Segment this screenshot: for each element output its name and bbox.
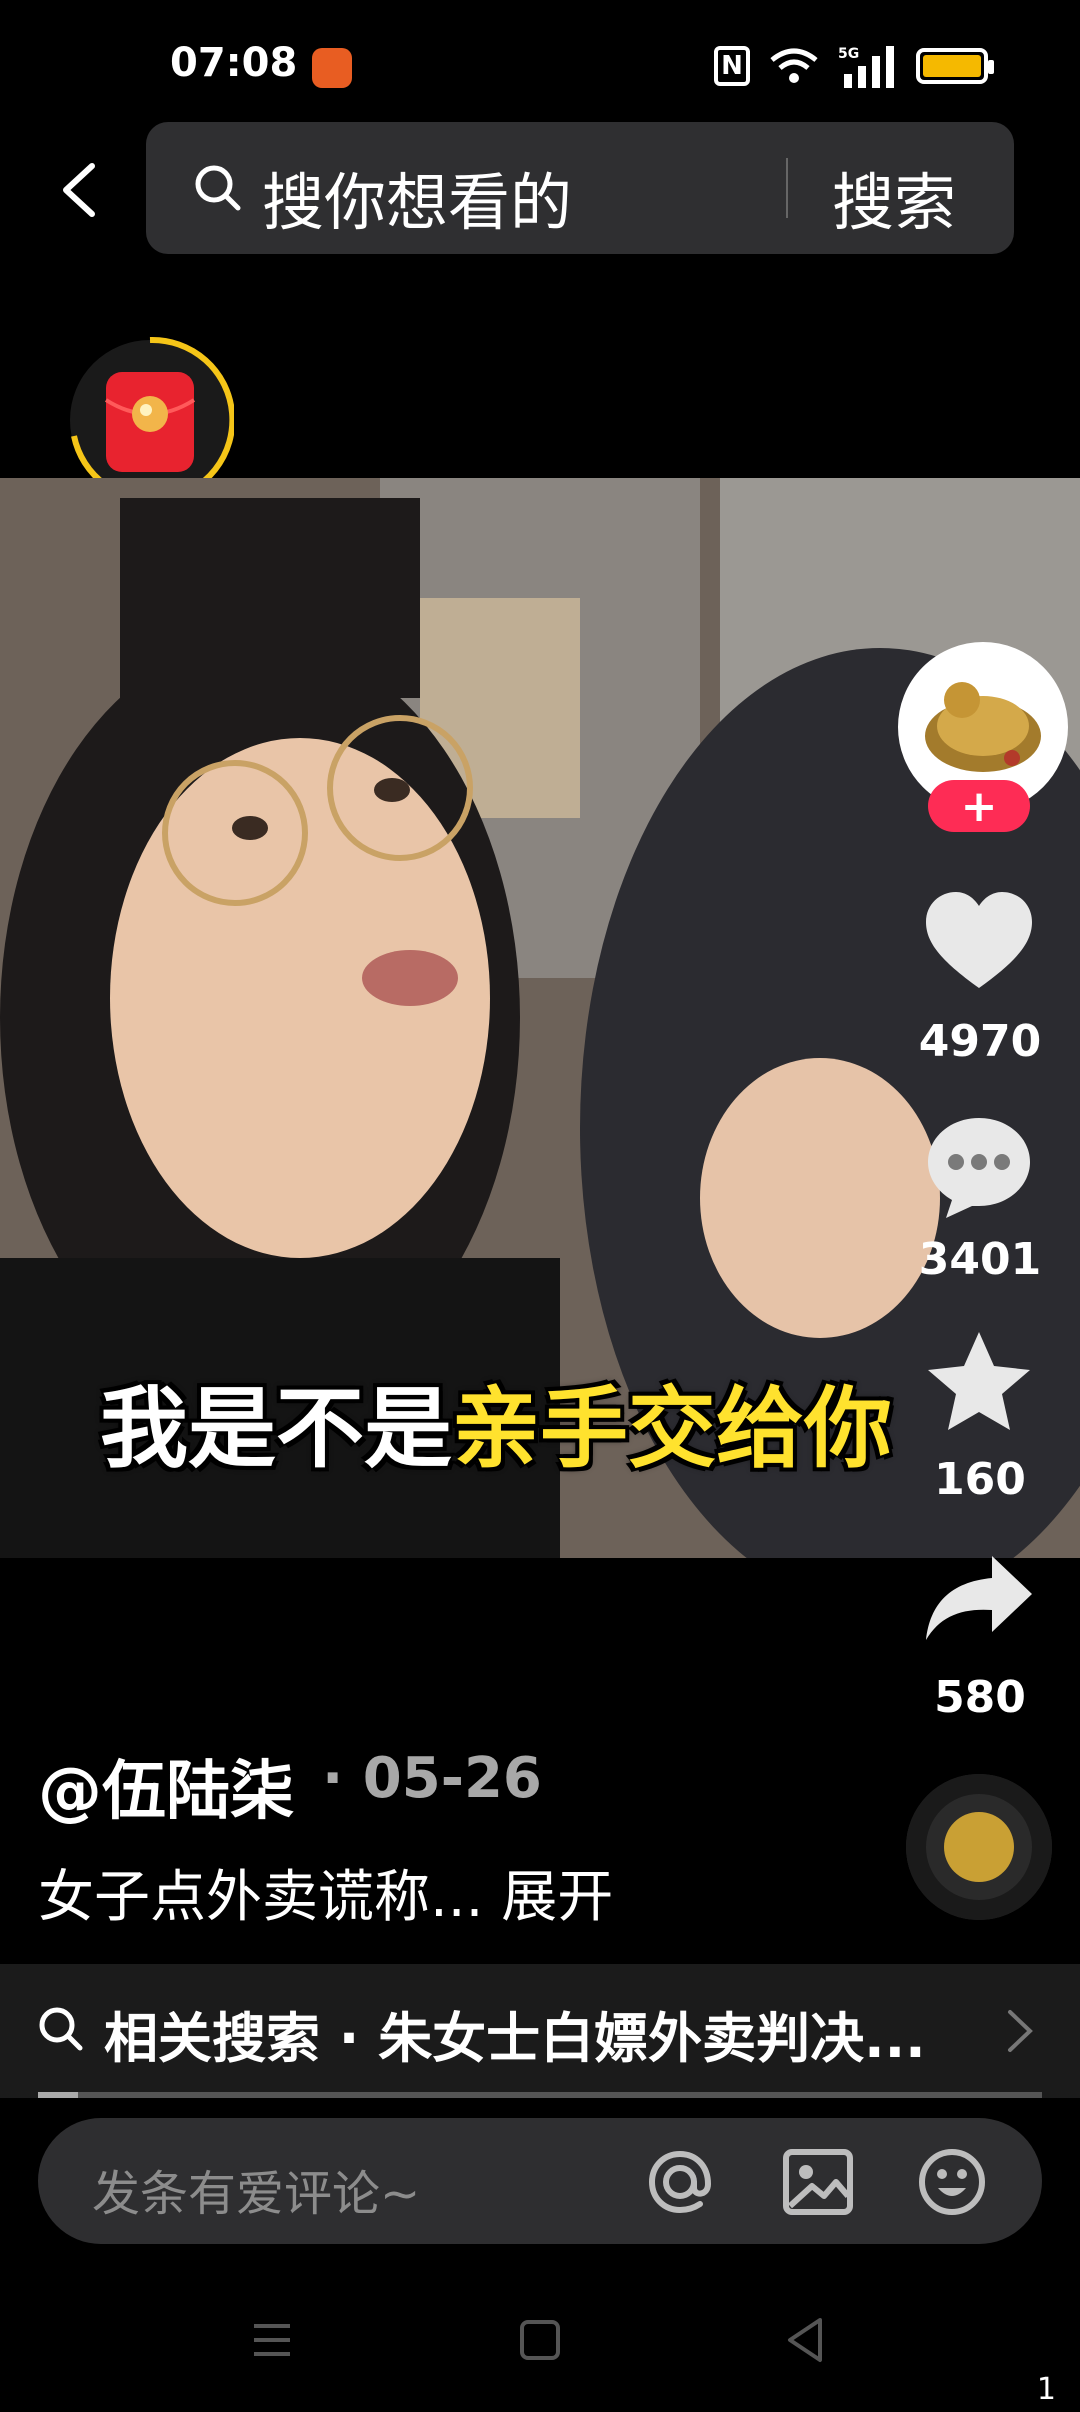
like-heart-icon[interactable] <box>920 884 1038 1002</box>
subtitle-part-yellow: 亲手交给你 <box>452 1377 893 1480</box>
favorite-count: 160 <box>934 1454 1026 1505</box>
back-triangle-icon[interactable] <box>776 2310 836 2370</box>
search-input[interactable]: 搜你想看的 <box>262 152 572 242</box>
back-icon[interactable] <box>50 160 110 220</box>
video-progress-bar[interactable] <box>38 2092 1042 2098</box>
video-progress-fill <box>38 2092 79 2098</box>
music-cover-image <box>944 1812 1014 1882</box>
music-disc[interactable] <box>906 1774 1052 1920</box>
emoji-icon[interactable] <box>914 2144 990 2220</box>
status-time: 07:08 <box>170 40 298 86</box>
network-label: 5G <box>838 46 859 62</box>
search-button[interactable]: 搜索 <box>832 152 956 242</box>
follow-button[interactable]: + <box>928 780 1030 832</box>
status-icons: N 5G <box>714 44 994 88</box>
image-icon[interactable] <box>780 2144 856 2220</box>
post-caption[interactable]: 女子点外卖谎称... 展开 <box>38 1852 613 1933</box>
favorite-star-icon[interactable] <box>920 1324 1038 1442</box>
post-date: · 05-26 <box>322 1746 542 1811</box>
comment-input[interactable]: 发条有爱评论~ <box>92 2154 420 2224</box>
home-square-icon[interactable] <box>510 2310 570 2370</box>
video-subtitle: 我是不是亲手交给你 <box>100 1358 892 1485</box>
comment-input-bar[interactable]: 发条有爱评论~ <box>38 2118 1042 2244</box>
search-divider <box>786 158 788 218</box>
related-search[interactable]: 相关搜索 · 朱女士白嫖外卖判决... <box>0 1964 1080 2098</box>
search-icon <box>195 165 241 211</box>
like-count: 4970 <box>918 1016 1042 1067</box>
battery-icon <box>916 48 994 84</box>
page-indicator: 1 <box>1036 2372 1056 2407</box>
subtitle-part-white: 我是不是 <box>100 1377 453 1480</box>
share-count: 580 <box>934 1672 1026 1723</box>
related-search-label: 相关搜索 · 朱女士白嫖外卖判决... <box>104 2007 926 2070</box>
comment-icon[interactable] <box>920 1108 1038 1226</box>
menu-icon[interactable] <box>242 2310 302 2370</box>
signal-icon: 5G <box>838 46 894 88</box>
share-icon[interactable] <box>920 1542 1038 1660</box>
search-icon <box>39 2007 83 2051</box>
app-notification-icon <box>312 48 352 88</box>
search-bar[interactable]: 搜你想看的 搜索 <box>146 122 1014 254</box>
wifi-icon <box>770 48 818 83</box>
mention-at-icon[interactable] <box>642 2144 718 2220</box>
author-name[interactable]: @伍陆柒 <box>38 1740 294 1832</box>
chevron-right-icon <box>1008 2010 1033 2052</box>
nfc-icon: N <box>714 46 750 86</box>
comment-count: 3401 <box>918 1234 1042 1285</box>
